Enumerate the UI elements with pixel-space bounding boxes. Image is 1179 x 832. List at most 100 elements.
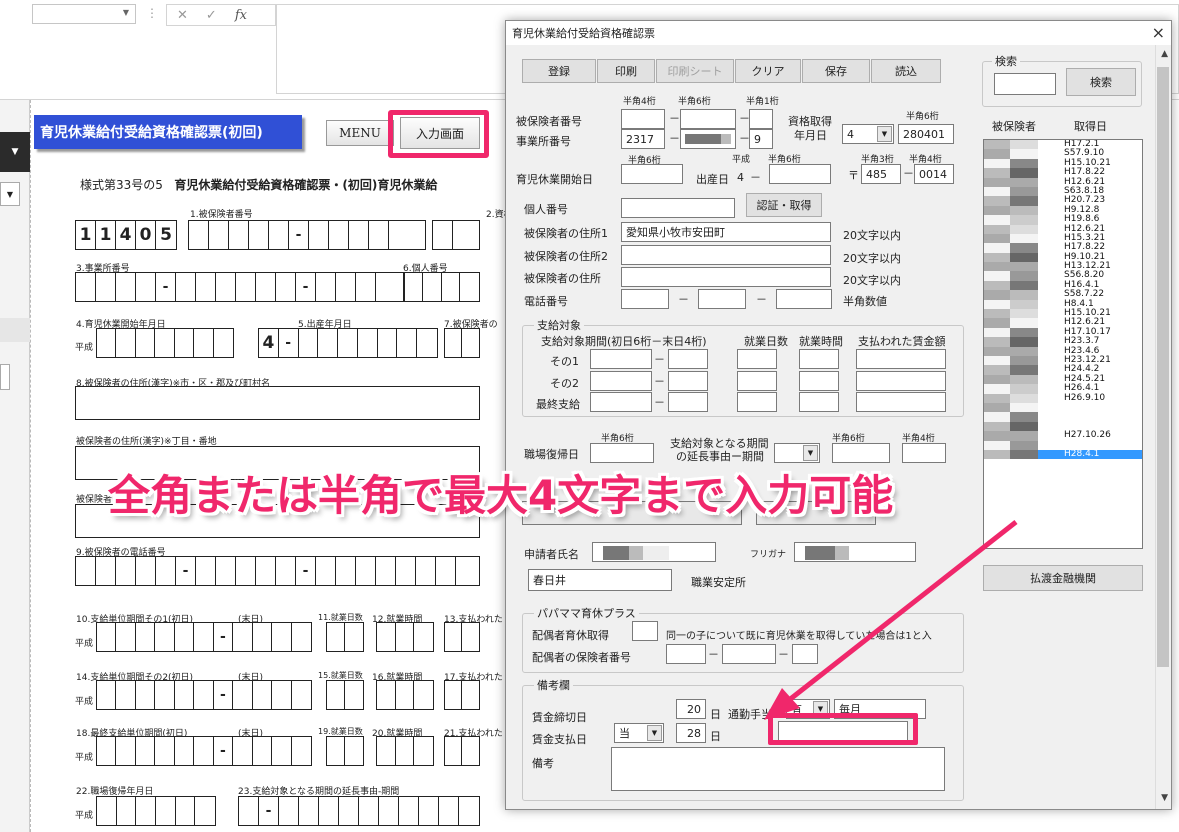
extension-start[interactable] [832, 443, 890, 463]
addr1-input[interactable]: 愛知県小牧市安田町 [621, 222, 831, 242]
left-box[interactable] [0, 364, 10, 390]
list-item[interactable] [984, 402, 1142, 413]
row-last-wages[interactable] [856, 392, 946, 412]
search-button[interactable]: 検索 [1066, 68, 1136, 96]
menu-button[interactable]: MENU [326, 120, 394, 146]
list-item[interactable]: H26.4.1 [984, 383, 1142, 394]
extension-select[interactable]: ▼ [774, 443, 820, 463]
list-item[interactable]: H17.10.17 [984, 327, 1142, 338]
applicant-input[interactable] [592, 542, 716, 562]
spouse-insured-1[interactable] [666, 644, 706, 664]
row-last-end[interactable] [668, 392, 708, 412]
list-item[interactable]: H9.10.21 [984, 252, 1142, 263]
list-item[interactable]: S58.7.22 [984, 289, 1142, 300]
row2-wages[interactable] [856, 371, 946, 391]
chevron-down-icon[interactable]: ▼ [0, 132, 30, 172]
row2-start[interactable] [590, 371, 652, 391]
list-item[interactable]: S57.9.10 [984, 148, 1142, 159]
list-item[interactable]: S63.8.18 [984, 186, 1142, 197]
chevron-up-icon[interactable]: ▲ [1161, 49, 1168, 59]
load-button[interactable]: 読込 [871, 59, 941, 83]
row2-days[interactable] [737, 371, 777, 391]
search-input[interactable] [994, 73, 1056, 95]
list-item[interactable]: H28.4.1 [984, 449, 1142, 460]
row-last-hours[interactable] [799, 392, 839, 412]
chevron-down-icon[interactable]: ▼ [123, 8, 129, 17]
insured-no-2[interactable] [680, 109, 736, 129]
list-item[interactable]: H27.10.26 [984, 430, 1142, 441]
row1-wages[interactable] [856, 349, 946, 369]
left-dropdown[interactable]: ▼ [0, 182, 20, 206]
list-item[interactable]: H26.9.10 [984, 393, 1142, 403]
chevron-down-icon[interactable]: ▼ [877, 126, 892, 142]
addr3-input[interactable] [621, 267, 831, 287]
list-item[interactable]: H17.2.1 [984, 140, 1142, 150]
qual-era-select[interactable]: 4 ▼ [842, 124, 894, 144]
spouse-leave-input[interactable] [632, 621, 658, 641]
office-no-2[interactable] [680, 129, 736, 149]
office-name-input[interactable]: 春日井 [528, 569, 672, 591]
postal-code-1[interactable]: 485 [861, 164, 901, 184]
return-input[interactable] [590, 443, 654, 463]
list-item[interactable]: H8.4.1 [984, 299, 1142, 310]
register-button[interactable]: 登録 [522, 59, 596, 83]
list-item[interactable]: H15.3.21 [984, 233, 1142, 244]
list-item[interactable]: H24.4.2 [984, 364, 1142, 375]
scroll-thumb[interactable] [1157, 67, 1169, 667]
row2-hours[interactable] [799, 371, 839, 391]
row-last-days[interactable] [737, 392, 777, 412]
leave-start-input[interactable] [621, 164, 683, 184]
cancel-icon[interactable]: ✕ [177, 8, 188, 23]
list-item[interactable]: S56.8.20 [984, 271, 1142, 281]
wage-close-input[interactable]: 20 [676, 699, 706, 719]
list-item[interactable]: H15.10.21 [984, 158, 1142, 169]
name-box[interactable]: ▼ [32, 4, 136, 24]
list-item[interactable]: H23.4.6 [984, 346, 1142, 356]
phone-1[interactable] [621, 289, 669, 309]
list-item[interactable]: H9.12.8 [984, 205, 1142, 216]
print-button[interactable]: 印刷 [597, 59, 655, 83]
list-item[interactable]: H23.12.21 [984, 355, 1142, 366]
list-item[interactable]: H17.8.22 [984, 242, 1142, 253]
chevron-down-icon[interactable]: ▼ [647, 725, 662, 741]
check-icon[interactable]: ✓ [206, 8, 217, 23]
clear-button[interactable]: クリア [735, 59, 801, 83]
close-icon[interactable]: × [1152, 23, 1165, 42]
wage-pay-month-select[interactable]: 当 ▼ [614, 723, 664, 743]
list-item[interactable]: H19.8.6 [984, 214, 1142, 225]
office-no-3[interactable]: 9 [749, 129, 773, 149]
save-button[interactable]: 保存 [802, 59, 870, 83]
insured-no-1[interactable] [621, 109, 665, 129]
list-item[interactable]: H24.5.21 [984, 374, 1142, 385]
list-item[interactable]: H17.8.22 [984, 167, 1142, 178]
function-icon[interactable]: fx [235, 8, 247, 23]
row1-start[interactable] [590, 349, 652, 369]
auth-button[interactable]: 認証・取得 [746, 193, 822, 217]
list-item[interactable]: H12.6.21 [984, 224, 1142, 234]
addr2-input[interactable] [621, 245, 831, 265]
wage-pay-day-input[interactable]: 28 [676, 723, 706, 743]
qual-date-input[interactable]: 280401 [898, 124, 954, 144]
row2-end[interactable] [668, 371, 708, 391]
phone-3[interactable] [776, 289, 832, 309]
list-item[interactable]: H20.7.23 [984, 195, 1142, 206]
phone-2[interactable] [698, 289, 746, 309]
list-item[interactable]: H16.4.1 [984, 280, 1142, 291]
birth-date-input[interactable] [769, 164, 831, 184]
extension-end[interactable] [902, 443, 946, 463]
list-item[interactable]: H12.6.21 [984, 177, 1142, 187]
chevron-down-icon[interactable]: ▼ [803, 445, 818, 461]
row1-end[interactable] [668, 349, 708, 369]
print-sheet-button[interactable]: 印刷シート [656, 59, 734, 83]
row1-days[interactable] [737, 349, 777, 369]
postal-code-2[interactable]: 0014 [914, 164, 954, 184]
list-item[interactable] [984, 421, 1142, 432]
row1-hours[interactable] [799, 349, 839, 369]
list-item[interactable]: H15.10.21 [984, 308, 1142, 319]
chevron-down-icon[interactable]: ▼ [1161, 793, 1168, 803]
row-last-start[interactable] [590, 392, 652, 412]
insured-no-3[interactable] [749, 109, 773, 129]
office-no-1[interactable]: 2317 [621, 129, 665, 149]
list-item[interactable]: H13.12.21 [984, 261, 1142, 272]
personal-no-input[interactable] [621, 198, 735, 218]
